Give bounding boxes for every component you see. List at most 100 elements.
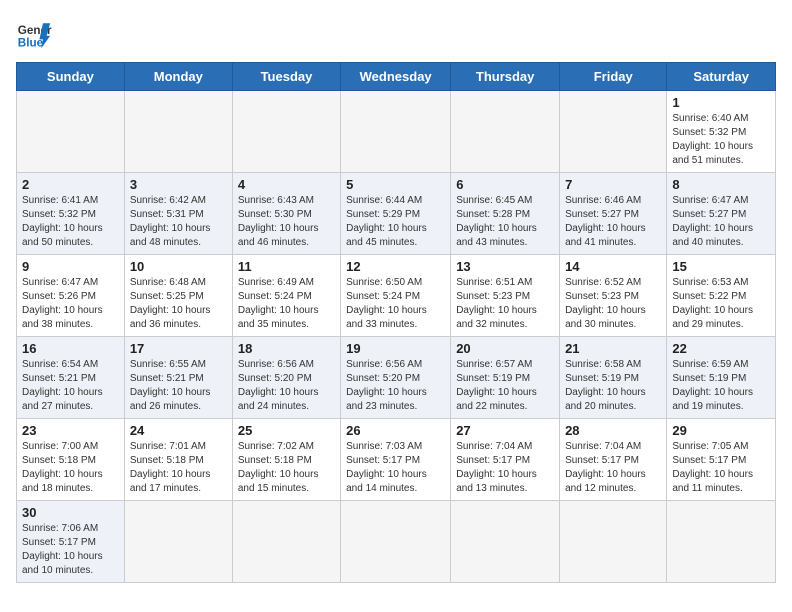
day-number: 1 [672,95,770,110]
day-number: 22 [672,341,770,356]
calendar-cell [667,501,776,583]
day-number: 12 [346,259,445,274]
calendar-cell: 6 Sunrise: 6:45 AM Sunset: 5:28 PM Daylig… [451,173,560,255]
weekday-header-sunday: Sunday [17,63,125,91]
calendar-cell: 30Sunrise: 7:06 AM Sunset: 5:17 PM Dayli… [17,501,125,583]
calendar-week-row: 2 Sunrise: 6:41 AM Sunset: 5:32 PM Daylig… [17,173,776,255]
calendar-cell: 28 Sunrise: 7:04 AM Sunset: 5:17 PM Dayli… [560,419,667,501]
day-info: Sunrise: 6:48 AM Sunset: 5:25 PM Dayligh… [130,276,227,332]
calendar-cell: 19 Sunrise: 6:56 AM Sunset: 5:20 PM Dayli… [341,337,451,419]
weekday-header-thursday: Thursday [451,63,560,91]
day-info: Sunrise: 6:53 AM Sunset: 5:22 PM Dayligh… [672,276,770,332]
page-header: General Blue [16,16,776,52]
day-info: Sunrise: 7:04 AM Sunset: 5:17 PM Dayligh… [456,440,554,496]
day-number: 16 [22,341,119,356]
day-info: Sunrise: 7:03 AM Sunset: 5:17 PM Dayligh… [346,440,445,496]
calendar-cell: 1 Sunrise: 6:40 AM Sunset: 5:32 PM Daylig… [667,91,776,173]
calendar-cell [17,91,125,173]
day-info: Sunrise: 6:54 AM Sunset: 5:21 PM Dayligh… [22,358,119,414]
day-number: 27 [456,423,554,438]
calendar-cell [451,501,560,583]
day-number: 17 [130,341,227,356]
calendar-cell: 21Sunrise: 6:58 AM Sunset: 5:19 PM Dayli… [560,337,667,419]
day-info: Sunrise: 7:04 AM Sunset: 5:17 PM Dayligh… [565,440,661,496]
calendar-cell: 27 Sunrise: 7:04 AM Sunset: 5:17 PM Dayli… [451,419,560,501]
day-info: Sunrise: 7:00 AM Sunset: 5:18 PM Dayligh… [22,440,119,496]
day-info: Sunrise: 6:40 AM Sunset: 5:32 PM Dayligh… [672,112,770,168]
day-info: Sunrise: 6:55 AM Sunset: 5:21 PM Dayligh… [130,358,227,414]
day-number: 5 [346,177,445,192]
calendar-cell: 22Sunrise: 6:59 AM Sunset: 5:19 PM Dayli… [667,337,776,419]
day-number: 23 [22,423,119,438]
calendar-table: SundayMondayTuesdayWednesdayThursdayFrid… [16,62,776,583]
calendar-cell: 5 Sunrise: 6:44 AM Sunset: 5:29 PM Daylig… [341,173,451,255]
calendar-cell: 12 Sunrise: 6:50 AM Sunset: 5:24 PM Dayli… [341,255,451,337]
day-info: Sunrise: 6:50 AM Sunset: 5:24 PM Dayligh… [346,276,445,332]
day-info: Sunrise: 6:47 AM Sunset: 5:27 PM Dayligh… [672,194,770,250]
calendar-week-row: 23 Sunrise: 7:00 AM Sunset: 5:18 PM Dayli… [17,419,776,501]
day-number: 28 [565,423,661,438]
calendar-cell [560,91,667,173]
weekday-header-saturday: Saturday [667,63,776,91]
day-number: 24 [130,423,227,438]
weekday-header-wednesday: Wednesday [341,63,451,91]
calendar-cell [124,91,232,173]
day-number: 6 [456,177,554,192]
calendar-cell [341,91,451,173]
day-number: 4 [238,177,335,192]
calendar-cell: 25Sunrise: 7:02 AM Sunset: 5:18 PM Dayli… [232,419,340,501]
day-number: 18 [238,341,335,356]
day-number: 11 [238,259,335,274]
calendar-cell: 13 Sunrise: 6:51 AM Sunset: 5:23 PM Dayli… [451,255,560,337]
day-number: 29 [672,423,770,438]
day-number: 13 [456,259,554,274]
day-info: Sunrise: 6:52 AM Sunset: 5:23 PM Dayligh… [565,276,661,332]
day-info: Sunrise: 6:45 AM Sunset: 5:28 PM Dayligh… [456,194,554,250]
day-info: Sunrise: 6:56 AM Sunset: 5:20 PM Dayligh… [238,358,335,414]
calendar-cell: 24Sunrise: 7:01 AM Sunset: 5:18 PM Dayli… [124,419,232,501]
calendar-cell [232,91,340,173]
day-number: 8 [672,177,770,192]
calendar-cell: 17 Sunrise: 6:55 AM Sunset: 5:21 PM Dayli… [124,337,232,419]
day-number: 20 [456,341,554,356]
day-number: 14 [565,259,661,274]
calendar-cell: 4Sunrise: 6:43 AM Sunset: 5:30 PM Daylig… [232,173,340,255]
day-number: 3 [130,177,227,192]
logo: General Blue [16,16,52,52]
calendar-cell: 8 Sunrise: 6:47 AM Sunset: 5:27 PM Daylig… [667,173,776,255]
day-info: Sunrise: 6:44 AM Sunset: 5:29 PM Dayligh… [346,194,445,250]
weekday-header-friday: Friday [560,63,667,91]
day-info: Sunrise: 6:57 AM Sunset: 5:19 PM Dayligh… [456,358,554,414]
calendar-cell: 18 Sunrise: 6:56 AM Sunset: 5:20 PM Dayli… [232,337,340,419]
calendar-cell: 29 Sunrise: 7:05 AM Sunset: 5:17 PM Dayli… [667,419,776,501]
calendar-cell [124,501,232,583]
calendar-cell: 10 Sunrise: 6:48 AM Sunset: 5:25 PM Dayli… [124,255,232,337]
calendar-cell: 20 Sunrise: 6:57 AM Sunset: 5:19 PM Dayli… [451,337,560,419]
calendar-week-row: 1 Sunrise: 6:40 AM Sunset: 5:32 PM Daylig… [17,91,776,173]
day-number: 9 [22,259,119,274]
calendar-cell: 26Sunrise: 7:03 AM Sunset: 5:17 PM Dayli… [341,419,451,501]
weekday-header-tuesday: Tuesday [232,63,340,91]
calendar-cell: 14 Sunrise: 6:52 AM Sunset: 5:23 PM Dayli… [560,255,667,337]
weekday-header-monday: Monday [124,63,232,91]
day-number: 21 [565,341,661,356]
calendar-cell: 2 Sunrise: 6:41 AM Sunset: 5:32 PM Daylig… [17,173,125,255]
day-info: Sunrise: 7:05 AM Sunset: 5:17 PM Dayligh… [672,440,770,496]
calendar-cell [232,501,340,583]
calendar-cell [560,501,667,583]
day-number: 19 [346,341,445,356]
day-number: 2 [22,177,119,192]
calendar-cell [341,501,451,583]
calendar-cell: 16 Sunrise: 6:54 AM Sunset: 5:21 PM Dayli… [17,337,125,419]
day-info: Sunrise: 7:02 AM Sunset: 5:18 PM Dayligh… [238,440,335,496]
weekday-header-row: SundayMondayTuesdayWednesdayThursdayFrid… [17,63,776,91]
day-info: Sunrise: 6:51 AM Sunset: 5:23 PM Dayligh… [456,276,554,332]
day-number: 15 [672,259,770,274]
calendar-week-row: 9 Sunrise: 6:47 AM Sunset: 5:26 PM Daylig… [17,255,776,337]
day-info: Sunrise: 6:41 AM Sunset: 5:32 PM Dayligh… [22,194,119,250]
day-info: Sunrise: 6:47 AM Sunset: 5:26 PM Dayligh… [22,276,119,332]
day-info: Sunrise: 6:46 AM Sunset: 5:27 PM Dayligh… [565,194,661,250]
calendar-cell: 15 Sunrise: 6:53 AM Sunset: 5:22 PM Dayli… [667,255,776,337]
day-info: Sunrise: 6:56 AM Sunset: 5:20 PM Dayligh… [346,358,445,414]
day-number: 10 [130,259,227,274]
